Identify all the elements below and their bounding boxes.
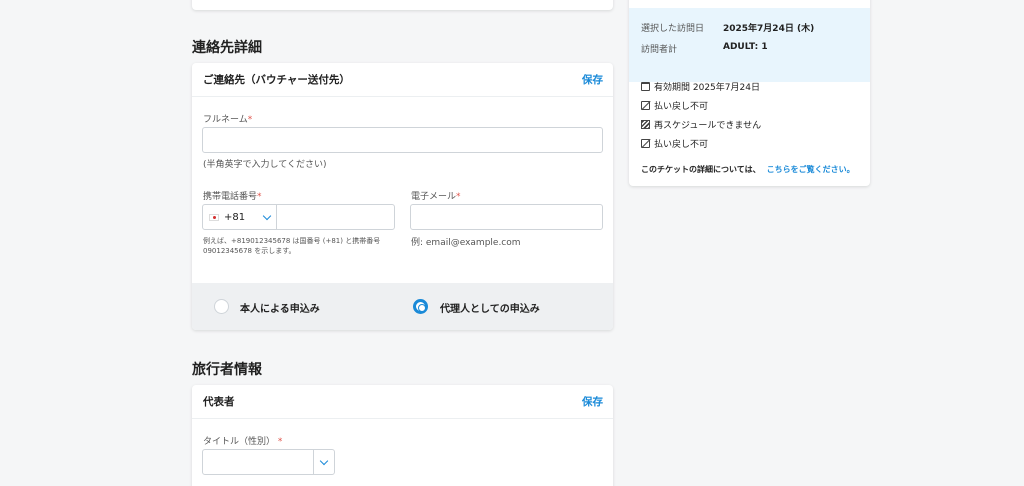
phone-hint: 例えば、+819012345678 は国番号 (+81) と携帯番号 09012… [203,237,381,255]
title-gender-label: タイトル（性別） * [203,437,283,447]
nonrefundable-row-2: 払い戻し不可 [641,137,708,150]
calendar-icon [641,82,650,91]
validity-text: 有効期間 2025年7月24日 [654,83,760,93]
fullname-hint: (半角英字で入力してください) [203,160,327,170]
no-reschedule-text: 再スケジュールできません [654,121,762,131]
visit-date-value: 2025年7月24日 (木) [723,24,815,34]
email-input[interactable] [410,204,603,230]
visit-date-label: 選択した訪問日 [641,24,705,34]
email-hint: 例: email@example.com [411,238,521,248]
traveler-card-title: 代表者 [203,396,235,408]
phone-field: +81 [202,204,395,230]
nonrefundable-row-1: 払い戻し不可 [641,99,708,112]
radio-self-label[interactable]: 本人による申込み [240,300,320,315]
email-label: 電子メール* [411,192,461,202]
phone-number-input[interactable] [278,205,394,229]
chevron-down-icon [262,211,272,220]
nonrefundable-text-1: 払い戻し不可 [654,102,709,112]
booking-summary-card: 選択した訪問日 2025年7月24日 (木) 訪問者計 ADULT: 1 有効期… [629,0,870,186]
contact-save-button[interactable]: 保存 [582,72,603,87]
applicant-type-group: 本人による申込み 代理人としての申込み [192,283,613,330]
radio-agent-label[interactable]: 代理人としての申込み [440,300,540,315]
japan-flag-icon [209,213,219,221]
nonrefundable-text-2: 払い戻し不可 [654,140,709,150]
radio-agent[interactable] [413,299,428,314]
contact-card: ご連絡先（バウチャー送付先） 保存 フルネーム* (半角英字で入力してください)… [192,63,613,330]
phone-label: 携帯電話番号* [203,192,262,202]
money-off-icon [641,101,650,110]
detail-text: このチケットの詳細については、 [641,165,761,174]
contact-section-title: 連絡先詳細 [192,40,262,56]
visitors-value: ADULT: 1 [723,42,768,52]
traveler-save-button[interactable]: 保存 [582,394,603,409]
ticket-detail-note: このチケットの詳細については、 こちらをご覧ください。 [641,164,855,175]
radio-self[interactable] [214,299,229,314]
no-reschedule-row: 再スケジュールできません [641,118,761,131]
schedule-off-icon [641,120,650,129]
contact-card-header: ご連絡先（バウチャー送付先） 保存 [192,63,613,97]
chevron-down-icon [319,456,329,465]
contact-card-title: ご連絡先（バウチャー送付先） [203,74,350,86]
validity-row: 有効期間 2025年7月24日 [641,80,760,93]
traveler-card-header: 代表者 保存 [192,385,613,419]
country-code-select[interactable]: +81 [203,205,277,229]
traveler-section-title: 旅行者情報 [192,362,262,378]
fullname-input[interactable] [202,127,603,153]
traveler-card: 代表者 保存 タイトル（性別） * [192,385,613,486]
summary-band: 選択した訪問日 2025年7月24日 (木) 訪問者計 ADULT: 1 [629,8,870,82]
visitors-label: 訪問者計 [641,45,678,55]
title-select-toggle[interactable] [313,450,334,474]
fullname-label: フルネーム* [203,115,253,125]
money-off-icon [641,139,650,148]
detail-link[interactable]: こちらをご覧ください。 [767,165,855,174]
previous-card-edge [192,0,613,10]
country-code-value: +81 [224,211,246,223]
title-gender-select[interactable] [202,449,335,475]
